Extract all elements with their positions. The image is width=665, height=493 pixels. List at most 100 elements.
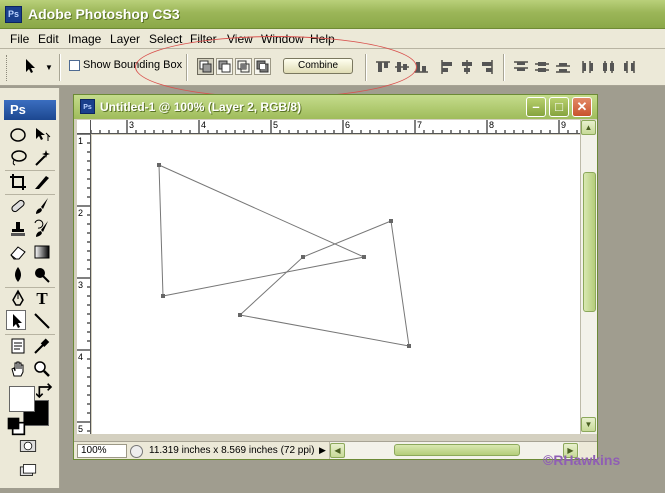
minimize-button[interactable]: – [526,97,546,117]
vertical-scrollbar[interactable]: ▲ ▼ [580,120,597,434]
toolbox-separator [5,170,55,171]
default-colors-icon[interactable] [6,416,26,436]
align-horizontal-centers-icon[interactable] [458,59,476,75]
document-title-bar[interactable]: Ps Untitled-1 @ 100% (Layer 2, RGB/8) – … [74,95,597,119]
horizontal-scroll-thumb[interactable] [394,444,520,456]
vertical-scroll-thumb[interactable] [583,172,596,312]
anchor-point[interactable] [362,255,366,259]
options-grip[interactable] [6,55,9,81]
align-vertical-centers-icon[interactable] [393,59,411,75]
move-icon[interactable] [32,125,52,145]
align-bottom-edges-icon[interactable] [412,59,430,75]
anchor-point[interactable] [238,313,242,317]
ruler-origin[interactable] [77,120,91,134]
close-button[interactable]: ✕ [572,97,592,117]
distribute-vertical-centers-icon[interactable] [533,59,551,75]
zoom-icon[interactable] [32,359,52,379]
ruler-v-label: 3 [78,280,84,290]
maximize-icon: □ [555,99,563,114]
toolbox-ps-badge[interactable]: Ps [4,100,56,120]
separator [365,54,367,81]
subtract-from-shape-area-icon[interactable] [216,58,233,75]
anchor-point[interactable] [161,294,165,298]
distribute-bottom-edges-icon[interactable] [554,59,572,75]
foreground-color-swatch[interactable] [9,386,35,412]
document-size-info[interactable]: 11.319 inches x 8.569 inches (72 ppi) [149,445,314,456]
align-right-edges-icon[interactable] [477,59,495,75]
anchor-point[interactable] [407,344,411,348]
path-selection-icon[interactable] [6,310,26,330]
eyedropper-icon[interactable] [32,336,52,356]
hand-icon[interactable] [8,359,28,379]
anchor-point[interactable] [157,163,161,167]
menu-file[interactable]: File [10,32,29,46]
status-menu-arrow-icon[interactable]: ▶ [319,445,326,456]
distribute-left-edges-icon[interactable] [580,59,598,75]
combine-button[interactable]: Combine [283,58,353,74]
distribute-horizontal-centers-icon[interactable] [600,59,618,75]
menu-select[interactable]: Select [149,32,182,46]
marquee-ellipse-icon[interactable] [8,125,28,145]
vector-path-drawing[interactable] [92,135,580,434]
menu-view[interactable]: View [227,32,253,46]
line-icon[interactable] [32,311,52,331]
menu-image[interactable]: Image [68,32,101,46]
distribute-right-edges-icon[interactable] [620,59,638,75]
menu-filter[interactable]: Filter [190,32,217,46]
quick-mask-icon[interactable] [18,436,44,456]
align-top-edges-icon[interactable] [374,59,392,75]
dodge-icon[interactable] [32,265,52,285]
anchor-point[interactable] [389,219,393,223]
history-brush-icon[interactable] [32,219,52,239]
brush-icon[interactable] [32,196,52,216]
menu-bar: File Edit Image Layer Select Filter View… [0,29,665,49]
exclude-overlapping-areas-icon[interactable] [254,58,271,75]
ruler-h-label: 8 [489,120,495,130]
scroll-up-icon[interactable]: ▲ [581,120,596,135]
healing-brush-icon[interactable] [8,196,28,216]
blur-icon[interactable] [8,265,28,285]
eraser-icon[interactable] [8,242,28,262]
status-info-icon[interactable] [130,445,143,458]
tool-preset-chevron-down-icon[interactable]: ▼ [45,63,53,72]
add-to-shape-area-icon[interactable] [197,58,214,75]
ruler-v-label: 5 [78,424,84,434]
scroll-down-icon[interactable]: ▼ [581,417,596,432]
notes-icon[interactable] [8,336,28,356]
horizontal-ruler[interactable]: 3 4 5 6 7 8 9 [91,120,580,134]
separator [503,54,505,81]
triangle-path[interactable] [158,164,366,297]
swap-colors-icon[interactable] [35,382,53,399]
ruler-v-label: 4 [78,352,84,362]
lasso-icon[interactable] [8,148,28,168]
intersect-shape-areas-icon[interactable] [235,58,252,75]
maximize-button[interactable]: □ [549,97,569,117]
menu-edit[interactable]: Edit [38,32,59,46]
scroll-left-icon[interactable]: ◀ [330,443,345,458]
pen-icon[interactable] [8,289,28,309]
clone-stamp-icon[interactable] [8,219,28,239]
menu-help[interactable]: Help [310,32,335,46]
document-status-bar: 100% 11.319 inches x 8.569 inches (72 pp… [74,441,597,459]
current-tool-arrow-icon[interactable] [20,57,40,75]
vertical-ruler[interactable]: 1 2 3 4 5 [77,134,91,434]
align-left-edges-icon[interactable] [439,59,457,75]
separator [186,54,188,81]
menu-layer[interactable]: Layer [110,32,140,46]
separator [59,54,61,81]
show-bounding-box-checkbox[interactable] [69,60,80,71]
anchor-point[interactable] [301,255,305,259]
document-title: Untitled-1 @ 100% (Layer 2, RGB/8) [100,100,302,114]
type-icon[interactable]: T [32,289,52,309]
gradient-icon[interactable] [32,242,52,262]
zoom-level-input[interactable]: 100% [77,444,127,458]
distribute-top-edges-icon[interactable] [512,59,530,75]
document-canvas[interactable] [92,135,580,434]
screen-mode-icon[interactable] [18,460,44,480]
slice-icon[interactable] [32,172,52,192]
menu-window[interactable]: Window [261,32,304,46]
ruler-h-label: 7 [417,120,423,130]
magic-wand-icon[interactable] [32,148,52,168]
crop-icon[interactable] [8,172,28,192]
horizontal-scrollbar[interactable]: ◀ ▶ [329,442,579,459]
